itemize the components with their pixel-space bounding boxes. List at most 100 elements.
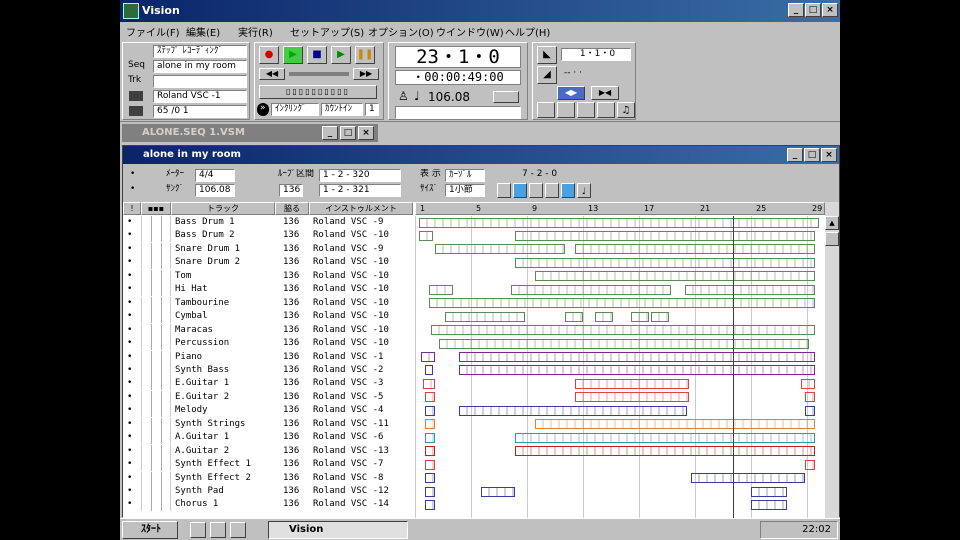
menu-help[interactable]: ヘルプ(H) — [505, 24, 550, 39]
track-mute-cells[interactable] — [141, 363, 171, 377]
track-instrument[interactable]: Roland VSC -10 — [313, 310, 413, 323]
track-segment[interactable] — [575, 378, 689, 389]
note-tool-icon[interactable]: ♩ — [577, 183, 591, 198]
size-field[interactable]: 1小節 — [445, 184, 485, 197]
track-segment[interactable] — [423, 378, 435, 389]
locator-position[interactable]: 1・1・0 — [561, 48, 631, 61]
maximize-button[interactable]: □ — [805, 3, 821, 17]
zoom-icon[interactable] — [497, 183, 511, 198]
close-button[interactable]: × — [822, 3, 838, 17]
track-channel[interactable]: 136 — [283, 458, 309, 471]
track-name[interactable]: E.Guitar 2 — [175, 391, 275, 404]
track-name[interactable]: Snare Drum 1 — [175, 243, 275, 256]
track-channel[interactable]: 136 — [283, 485, 309, 498]
track-mute-cells[interactable] — [141, 323, 171, 337]
track-mute-cells[interactable] — [141, 256, 171, 270]
track-instrument[interactable]: Roland VSC -10 — [313, 283, 413, 296]
minimized-max-button[interactable]: □ — [340, 126, 356, 140]
track-segment[interactable] — [651, 311, 669, 322]
track-name[interactable]: Tambourine — [175, 297, 275, 310]
track-segment[interactable] — [751, 486, 787, 497]
track-segment[interactable] — [801, 378, 815, 389]
track-channel[interactable]: 136 — [283, 364, 309, 377]
fast-forward-button[interactable]: ▶▶ — [353, 68, 379, 80]
menu-setup[interactable]: セットアップ(S) — [290, 24, 364, 39]
track-channel[interactable]: 136 — [283, 351, 309, 364]
rewind-button[interactable]: ◀◀ — [259, 68, 285, 80]
scroll-thumb[interactable] — [825, 232, 839, 246]
track-segment[interactable] — [691, 473, 805, 484]
track-row[interactable]: • Bass Drum 1 136 Roland VSC -9 — [123, 216, 413, 229]
track-segment[interactable] — [515, 230, 815, 241]
record-button[interactable]: ● — [259, 46, 279, 64]
position-slider[interactable] — [289, 72, 349, 76]
scroll-up-button[interactable]: ▲ — [825, 216, 839, 230]
track-instrument[interactable]: Roland VSC -14 — [313, 498, 413, 511]
track-name[interactable]: Cymbal — [175, 310, 275, 323]
view-tracks-icon[interactable] — [557, 102, 575, 118]
track-name[interactable]: Synth Pad — [175, 485, 275, 498]
minimized-close-button[interactable]: × — [358, 126, 374, 140]
menu-file[interactable]: ファイル(F) — [126, 24, 180, 39]
track-row[interactable]: • Synth Strings 136 Roland VSC -11 — [123, 417, 413, 431]
minimize-button[interactable]: _ — [788, 3, 804, 17]
track-mute-cells[interactable] — [141, 296, 171, 310]
track-mute-cells[interactable] — [141, 485, 171, 498]
track-mute-cells[interactable] — [141, 216, 171, 229]
track-name[interactable]: Maracas — [175, 324, 275, 337]
track-segment[interactable] — [425, 499, 435, 510]
track-segment[interactable] — [459, 365, 815, 376]
track-mute-cells[interactable] — [141, 471, 171, 485]
track-mute-cells[interactable] — [141, 269, 171, 283]
track-instrument[interactable]: Roland VSC -8 — [313, 472, 413, 485]
track-segment[interactable] — [419, 230, 433, 241]
track-row[interactable]: • Percussion 136 Roland VSC -10 — [123, 337, 413, 351]
taskbar-app-vision[interactable]: Vision — [268, 521, 408, 539]
sequence-name-field[interactable]: alone in my room — [153, 60, 247, 73]
track-channel[interactable]: 136 — [283, 431, 309, 444]
track-instrument[interactable]: Roland VSC -3 — [313, 377, 413, 390]
track-row[interactable]: • Maracas 136 Roland VSC -10 — [123, 323, 413, 337]
track-row[interactable]: • Tom 136 Roland VSC -10 — [123, 269, 413, 283]
track-row[interactable]: • Melody 136 Roland VSC -4 — [123, 404, 413, 418]
track-instrument[interactable]: Roland VSC -10 — [313, 337, 413, 350]
track-instrument[interactable]: Roland VSC -6 — [313, 431, 413, 444]
track-channel[interactable]: 136 — [283, 216, 309, 229]
track-segment[interactable] — [805, 405, 815, 416]
track-instrument[interactable]: Roland VSC -2 — [313, 364, 413, 377]
track-segment[interactable] — [425, 405, 435, 416]
loop-value[interactable]: 136 — [279, 184, 303, 197]
track-row[interactable]: • A.Guitar 1 136 Roland VSC -6 — [123, 431, 413, 445]
track-row[interactable]: • Synth Bass 136 Roland VSC -2 — [123, 363, 413, 377]
song-field[interactable]: 106.08 — [195, 184, 235, 197]
track-segment[interactable] — [459, 405, 687, 416]
view-notation-icon[interactable]: ♫ — [617, 102, 635, 118]
track-segment[interactable] — [515, 446, 815, 457]
track-segment[interactable] — [595, 311, 613, 322]
track-segment[interactable] — [425, 365, 433, 376]
track-mute-cells[interactable] — [141, 310, 171, 324]
track-segment[interactable] — [511, 284, 671, 295]
track-channel[interactable]: 136 — [283, 310, 309, 323]
quicklaunch-ie-icon[interactable] — [190, 522, 206, 538]
count-in-toggle[interactable]: ｶｳﾝﾄｲﾝ — [321, 103, 363, 116]
track-segment[interactable] — [445, 311, 525, 322]
track-segment[interactable] — [805, 459, 815, 470]
count-in-value[interactable]: 1 — [365, 103, 379, 116]
menu-edit[interactable]: 編集(E) — [186, 24, 220, 39]
doc-minimize-button[interactable]: _ — [787, 148, 803, 162]
program-field[interactable]: 65 /0 1 — [153, 105, 247, 118]
track-channel[interactable]: 136 — [283, 229, 309, 242]
locator-in-button[interactable]: ◣ — [537, 46, 557, 64]
track-instrument[interactable]: Roland VSC -4 — [313, 404, 413, 417]
menu-options[interactable]: オプション(O) — [368, 24, 434, 39]
track-channel[interactable]: 136 — [283, 337, 309, 350]
track-mute-cells[interactable] — [141, 337, 171, 351]
track-mute-cells[interactable] — [141, 390, 171, 404]
track-row[interactable]: • Piano 136 Roland VSC -1 — [123, 350, 413, 364]
track-segment[interactable] — [515, 257, 815, 268]
track-row[interactable]: • E.Guitar 1 136 Roland VSC -3 — [123, 377, 413, 391]
track-segment[interactable] — [575, 392, 689, 403]
channel-buttons[interactable]: ▯▯▯▯▯▯▯▯▯▯ — [259, 85, 377, 99]
minimized-window[interactable]: ALONE.SEQ 1.VSM _ □ × — [122, 124, 378, 142]
